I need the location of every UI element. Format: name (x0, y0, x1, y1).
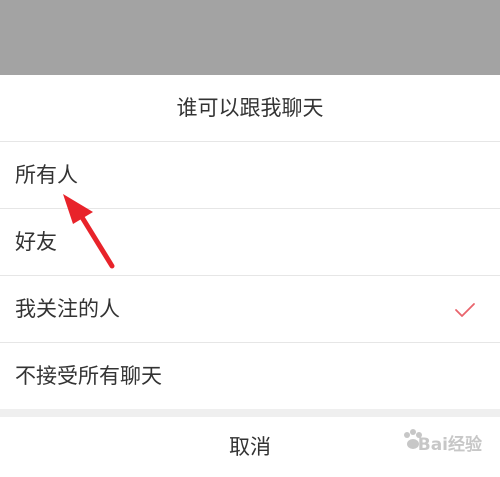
dimmed-background[interactable] (0, 0, 500, 75)
option-friends[interactable]: 好友 (0, 209, 500, 276)
sheet-separator (0, 409, 500, 417)
option-people-i-follow[interactable]: 我关注的人 (0, 276, 500, 343)
sheet-title: 谁可以跟我聊天 (0, 75, 500, 142)
option-label: 所有人 (15, 163, 78, 187)
option-label: 我关注的人 (15, 297, 120, 321)
option-reject-all-chats[interactable]: 不接受所有聊天 (0, 343, 500, 410)
checkmark-icon (455, 303, 475, 317)
option-label: 不接受所有聊天 (15, 364, 162, 388)
watermark-text: Bai经验 (417, 435, 482, 455)
option-label: 好友 (15, 230, 57, 254)
who-can-chat-sheet: 谁可以跟我聊天 所有人 好友 我关注的人 不接受所有聊天 (0, 75, 500, 409)
option-everyone[interactable]: 所有人 (0, 142, 500, 209)
baidu-jingyan-watermark: Bai经验 (370, 425, 482, 465)
